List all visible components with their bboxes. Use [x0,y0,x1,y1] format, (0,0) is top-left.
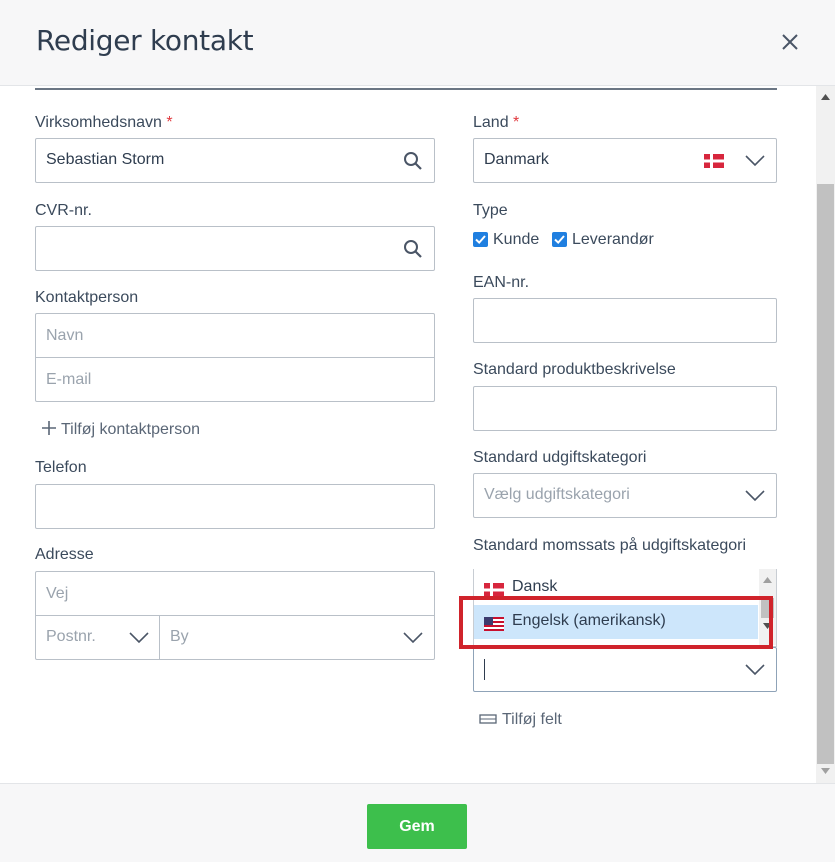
text-cursor [484,659,485,680]
cvr-label: CVR-nr. [35,202,92,219]
close-button[interactable] [776,28,804,56]
expense-category-select[interactable]: Vælg udgiftskategori [473,473,777,518]
chevron-down-icon [745,490,765,502]
dialog-title: Rediger kontakt [36,24,254,57]
page-scroll-thumb[interactable] [817,184,834,764]
dk-flag-icon [484,583,504,597]
city-select[interactable]: By [160,616,434,659]
country-label: Land * [473,114,520,131]
dialog-header: Rediger kontakt [0,0,835,86]
required-mark: * [166,114,173,131]
company-name-value: Sebastian Storm [46,151,165,168]
country-select[interactable]: Danmark [473,138,777,183]
plus-icon [42,421,56,435]
dialog-footer: Gem [0,783,835,862]
language-select[interactable] [473,647,777,692]
required-mark: * [513,114,520,131]
cvr-input[interactable] [35,226,435,271]
chevron-down-icon [129,632,149,644]
leverandor-checkbox[interactable] [552,232,567,247]
leverandor-label: Leverandør [572,231,654,248]
phone-input[interactable] [35,484,435,529]
contact-name-input[interactable]: Navn [46,327,83,345]
section-divider [35,88,777,90]
checkmark-icon [554,235,565,245]
dk-flag-icon [704,154,724,168]
scroll-down-arrow-icon[interactable] [821,768,830,774]
close-icon [782,34,798,50]
search-icon[interactable] [403,151,423,171]
contact-person-label: Kontaktperson [35,289,139,306]
street-input[interactable]: Vej [46,585,68,603]
address-label: Adresse [35,546,94,563]
company-name-label: Virksomhedsnavn * [35,114,173,131]
kunde-checkbox[interactable] [473,232,488,247]
chevron-down-icon [745,664,765,676]
save-button[interactable]: Gem [367,804,467,849]
vat-rate-label: Standard momssats på udgiftskategori [473,537,747,554]
highlight-annotation [459,596,773,649]
country-value: Danmark [484,151,549,168]
add-field-link[interactable]: Tilføj felt [479,711,562,729]
expense-category-label: Standard udgiftskategori [473,449,647,466]
kunde-label: Kunde [493,231,540,248]
scroll-up-arrow-icon[interactable] [763,577,772,583]
scroll-up-arrow-icon[interactable] [821,94,830,100]
dialog-body: Virksomhedsnavn * Sebastian Storm CVR-nr… [0,86,835,783]
add-contact-person-link[interactable]: Tilføj kontaktperson [41,420,200,439]
phone-label: Telefon [35,459,87,476]
address-group: Vej Postnr. By [35,571,435,660]
checkmark-icon [475,235,486,245]
field-divider [36,357,434,358]
chevron-down-icon [403,632,423,644]
company-name-input[interactable]: Sebastian Storm [35,138,435,183]
product-description-label: Standard produktbeskrivelse [473,361,676,378]
add-field-icon [479,714,497,724]
product-description-input[interactable] [473,386,777,431]
page-scrollbar[interactable] [816,86,835,783]
contact-person-group: Navn E-mail [35,313,435,402]
contact-email-input[interactable]: E-mail [46,371,91,389]
ean-label: EAN-nr. [473,274,530,291]
zip-select[interactable]: Postnr. [36,616,159,659]
search-icon[interactable] [403,239,423,259]
chevron-down-icon [745,155,765,167]
ean-input[interactable] [473,298,777,343]
type-label: Type [473,202,508,219]
